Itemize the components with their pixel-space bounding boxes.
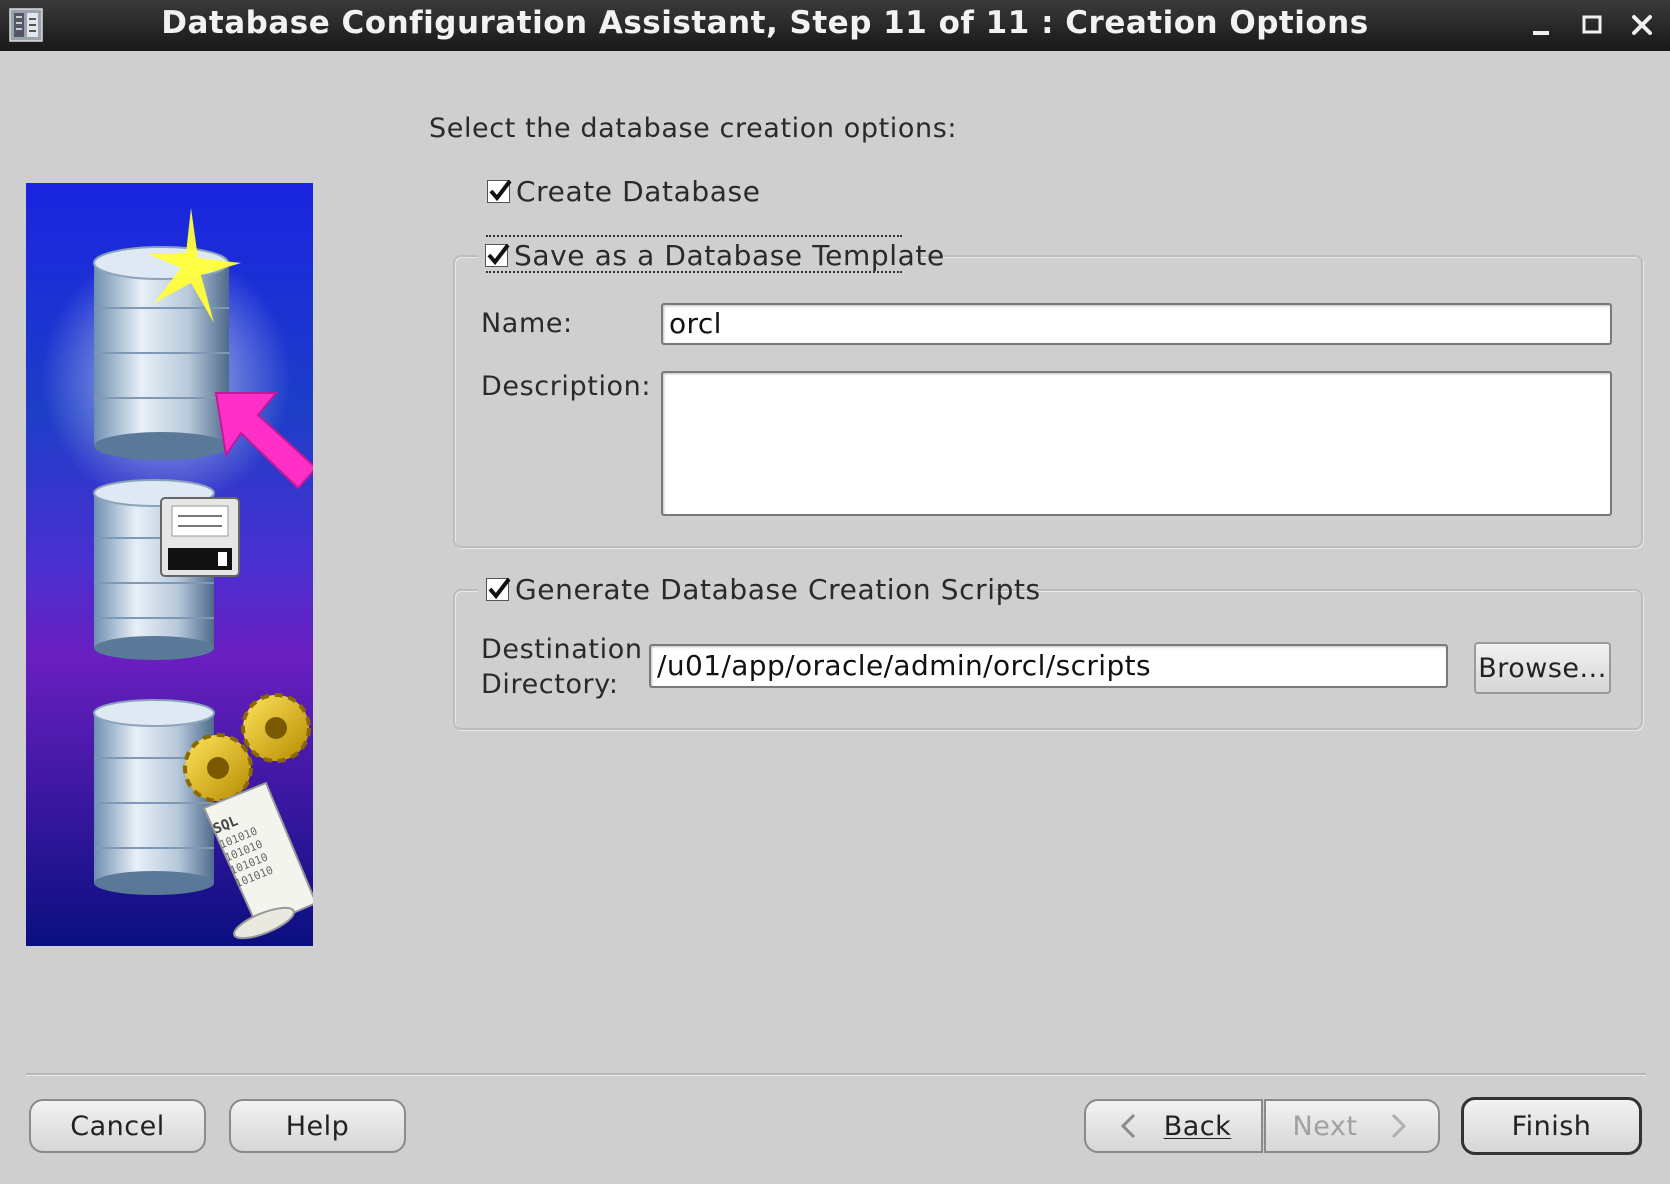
- window-titlebar: Database Configuration Assistant, Step 1…: [0, 0, 1670, 51]
- checkbox-checked-icon[interactable]: [486, 577, 511, 601]
- checkbox-checked-icon[interactable]: [485, 243, 510, 267]
- browse-button[interactable]: Browse...: [1474, 642, 1611, 694]
- footer-separator: [26, 1073, 1646, 1076]
- finish-button[interactable]: Finish: [1461, 1097, 1642, 1155]
- destination-directory-input[interactable]: /u01/app/oracle/admin/orcl/scripts: [649, 644, 1448, 688]
- next-label: Next: [1292, 1110, 1358, 1142]
- back-button[interactable]: Back: [1084, 1099, 1263, 1153]
- next-button[interactable]: Next: [1264, 1099, 1440, 1153]
- database-app-icon: [9, 8, 43, 42]
- save-template-checkbox[interactable]: Save as a Database Template: [485, 239, 945, 272]
- chevron-right-icon: [1392, 1113, 1407, 1139]
- cancel-button[interactable]: Cancel: [29, 1099, 206, 1153]
- template-description-input[interactable]: [661, 371, 1612, 516]
- create-database-checkbox[interactable]: Create Database: [487, 175, 761, 208]
- instruction-text: Select the database creation options:: [429, 113, 958, 144]
- create-database-label: Create Database: [516, 175, 761, 208]
- destination-label-line1: Destination: [481, 634, 643, 665]
- checkbox-checked-icon[interactable]: [487, 179, 512, 203]
- name-label: Name:: [481, 308, 573, 339]
- generate-scripts-checkbox[interactable]: Generate Database Creation Scripts: [486, 573, 1041, 606]
- generate-scripts-label: Generate Database Creation Scripts: [515, 573, 1041, 606]
- wizard-illustration: SQL 101010 101010 101010 101010: [26, 183, 313, 946]
- destination-label-line2: Directory:: [481, 669, 619, 700]
- minimize-icon[interactable]: [1525, 9, 1557, 41]
- help-button[interactable]: Help: [229, 1099, 406, 1153]
- close-icon[interactable]: [1626, 9, 1658, 41]
- description-label: Description:: [481, 371, 652, 402]
- window-title: Database Configuration Assistant, Step 1…: [161, 5, 1369, 41]
- chevron-left-icon: [1120, 1113, 1135, 1139]
- template-name-input[interactable]: orcl: [661, 303, 1612, 345]
- maximize-icon[interactable]: [1576, 9, 1608, 41]
- save-template-label: Save as a Database Template: [514, 239, 945, 272]
- back-label: Back: [1163, 1110, 1232, 1142]
